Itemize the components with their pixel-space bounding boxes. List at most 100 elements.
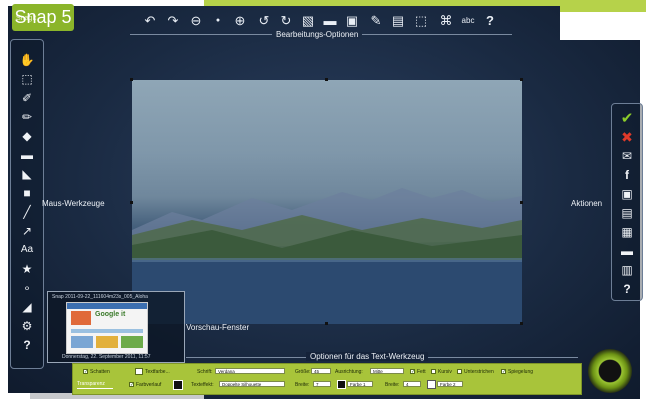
text-options-label: Optionen für das Text-Werkzeug bbox=[306, 352, 429, 361]
canvas-image[interactable] bbox=[132, 80, 522, 324]
preview-bottom-text: Donnerstag, 22. September 2011, 11:57 bbox=[62, 354, 151, 360]
font-label: Schrift: bbox=[197, 369, 213, 375]
star-icon[interactable]: ★ bbox=[18, 261, 36, 277]
zoom-in-icon[interactable]: ⊕ bbox=[232, 13, 248, 29]
mirror-checkbox[interactable]: ✓ bbox=[501, 369, 506, 375]
resize-handle[interactable] bbox=[130, 78, 133, 81]
pen-icon[interactable]: ✏ bbox=[18, 109, 36, 125]
image-icon[interactable]: ▣ bbox=[344, 13, 360, 29]
size-label: Größe: bbox=[295, 369, 311, 375]
page-frame-right-green bbox=[560, 0, 646, 12]
color1-swatch[interactable] bbox=[337, 380, 346, 389]
facebook-icon[interactable]: f bbox=[618, 167, 636, 183]
split-view-icon[interactable]: ▧ bbox=[300, 13, 316, 29]
shadow-label: Schatten bbox=[90, 369, 110, 375]
gradient-color-swatch[interactable] bbox=[173, 380, 183, 390]
transparency-slider[interactable] bbox=[77, 388, 113, 389]
width2-select[interactable]: 4 bbox=[403, 381, 421, 387]
mouse-tools-panel: ✋ ⬚ ✐ ✏ ◆ ▬ ◣ ■ ╱ ↗ Aa ★ ∘ ◢ ⚙ ? bbox=[10, 39, 44, 369]
brush-icon[interactable]: ╱ bbox=[18, 204, 36, 220]
preview-window[interactable]: Snap 2011-09-22_111604m23s_005_Aloha Goo… bbox=[47, 291, 185, 363]
text-icon[interactable]: Aa bbox=[18, 242, 36, 258]
thumb-block bbox=[71, 311, 91, 325]
texteffect-label: Texteffekt: bbox=[191, 382, 214, 388]
line-icon[interactable]: ◢ bbox=[18, 299, 36, 315]
textcolor-swatch[interactable] bbox=[135, 368, 143, 375]
help-icon[interactable]: ? bbox=[482, 13, 498, 29]
color1-button[interactable]: Farbe 1 bbox=[347, 381, 373, 387]
thumb-block bbox=[71, 336, 93, 348]
main-menu-button[interactable] bbox=[588, 349, 632, 393]
mirror-label: Spiegelung bbox=[508, 369, 534, 375]
stamp-icon[interactable]: ■ bbox=[18, 185, 36, 201]
gradient-checkbox[interactable]: ✓ bbox=[129, 382, 134, 388]
select-rect-icon[interactable]: ⬚ bbox=[18, 71, 36, 87]
folder-icon[interactable]: ▬ bbox=[618, 243, 636, 259]
fill-icon[interactable]: ◆ bbox=[18, 128, 36, 144]
image-insert-icon[interactable]: ▤ bbox=[390, 13, 406, 29]
eraser-icon[interactable]: ✐ bbox=[18, 90, 36, 106]
cancel-icon[interactable]: ✖ bbox=[618, 129, 636, 145]
thumb-block bbox=[96, 336, 118, 348]
resize-handle[interactable] bbox=[520, 78, 523, 81]
hand-icon[interactable]: ✋ bbox=[18, 52, 36, 68]
thumb-header-bar bbox=[67, 303, 147, 309]
underline-label: Unterstrichen bbox=[464, 369, 494, 375]
bold-label: Fett bbox=[417, 369, 426, 375]
crop-icon[interactable]: ⌘ bbox=[438, 13, 454, 29]
highlight-icon[interactable]: ▬ bbox=[18, 147, 36, 163]
align-label: Ausrichtung: bbox=[335, 369, 363, 375]
email-icon[interactable]: ✉ bbox=[618, 148, 636, 164]
thumb-brand-text: Google it bbox=[95, 311, 126, 318]
size-select[interactable]: 45 bbox=[311, 368, 331, 374]
print-icon[interactable]: ▦ bbox=[618, 224, 636, 240]
align-select[interactable]: Mitte bbox=[370, 368, 404, 374]
actions-label: Aktionen bbox=[571, 199, 603, 208]
nodes-icon[interactable]: ∘ bbox=[18, 280, 36, 296]
save-icon[interactable]: ▣ bbox=[618, 186, 636, 202]
confirm-icon[interactable]: ✔ bbox=[618, 111, 636, 127]
redo-icon[interactable]: ↷ bbox=[165, 13, 181, 29]
selection-icon[interactable]: ⬚ bbox=[413, 13, 429, 29]
italic-checkbox[interactable] bbox=[431, 369, 436, 374]
resize-handle[interactable] bbox=[130, 201, 133, 204]
resize-handle[interactable] bbox=[325, 78, 328, 81]
width1-label: Breite: bbox=[295, 382, 310, 388]
width1-select[interactable]: 7 bbox=[313, 381, 331, 387]
abc-icon[interactable]: abc bbox=[458, 13, 478, 29]
settings-icon[interactable]: ⚙ bbox=[18, 318, 36, 334]
color2-button[interactable]: Farbe 2 bbox=[437, 381, 463, 387]
font-select[interactable]: Verdana bbox=[215, 368, 285, 374]
textcolor-button[interactable]: Textfarbe... bbox=[145, 369, 170, 375]
rotate-left-icon[interactable]: ↺ bbox=[256, 13, 272, 29]
image-edit-icon[interactable]: ✎ bbox=[368, 13, 384, 29]
app-logo: SnagIt Snap 5 bbox=[12, 4, 74, 31]
help-icon[interactable]: ? bbox=[18, 337, 36, 353]
undo-icon[interactable]: ↶ bbox=[142, 13, 158, 29]
resize-handle[interactable] bbox=[520, 322, 523, 325]
bold-checkbox[interactable]: ✓ bbox=[410, 369, 415, 375]
zoom-out-icon[interactable]: ⊖ bbox=[188, 13, 204, 29]
rotate-right-icon[interactable]: ↻ bbox=[278, 13, 294, 29]
single-view-icon[interactable]: ▬ bbox=[322, 13, 338, 29]
preview-thumbnail[interactable]: Google it bbox=[66, 302, 148, 354]
width2-label: Breite: bbox=[385, 382, 400, 388]
color2-swatch[interactable] bbox=[427, 380, 436, 389]
resize-handle[interactable] bbox=[325, 322, 328, 325]
zoom-100-icon[interactable]: ● bbox=[210, 13, 226, 29]
page-frame-left-white bbox=[0, 0, 8, 399]
edit-options-label: Bearbeitungs-Optionen bbox=[272, 30, 363, 39]
actions-panel: ✔ ✖ ✉ f ▣ ▤ ▦ ▬ ▥ ? bbox=[611, 103, 643, 301]
help-icon[interactable]: ? bbox=[618, 281, 636, 297]
resize-handle[interactable] bbox=[520, 201, 523, 204]
underline-checkbox[interactable] bbox=[457, 369, 462, 374]
arrow-icon[interactable]: ↗ bbox=[18, 223, 36, 239]
clipboard-icon[interactable]: ▤ bbox=[618, 205, 636, 221]
shadow-checkbox[interactable]: ✓ bbox=[83, 369, 88, 375]
preview-label: Vorschau-Fenster bbox=[186, 323, 250, 332]
export-icon[interactable]: ▥ bbox=[618, 262, 636, 278]
paint-bucket-icon[interactable]: ◣ bbox=[18, 166, 36, 182]
texteffect-select[interactable]: Doppelte Silhouette bbox=[219, 381, 285, 387]
thumb-block bbox=[121, 336, 143, 348]
transparency-label[interactable]: Transparenz bbox=[77, 381, 105, 387]
